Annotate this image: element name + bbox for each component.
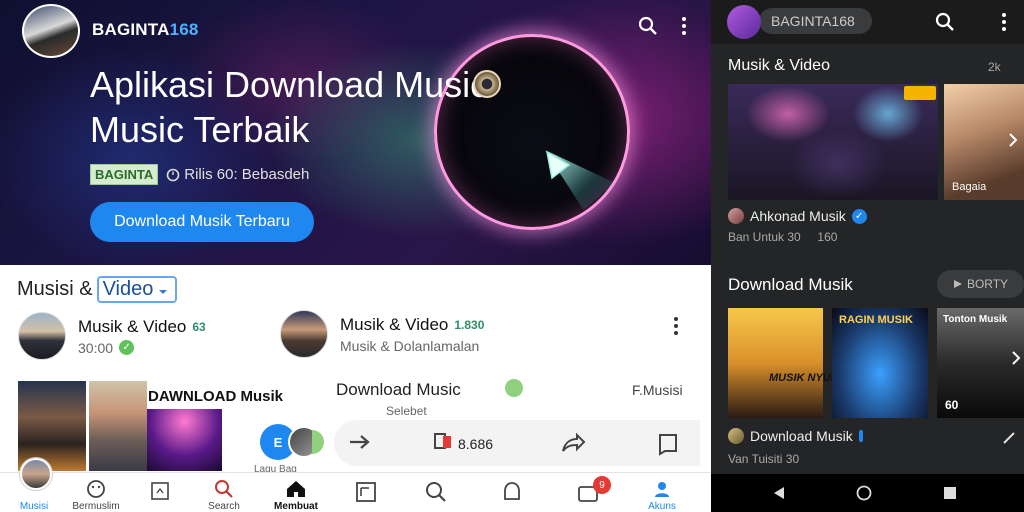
main-app-panel: BAGINTA168 Aplikasi Download Music Music…	[0, 0, 711, 512]
nav-item-search[interactable]: Search	[206, 473, 242, 512]
hero-meta: BAGINTA Rilis 60: Bebasdeh	[90, 164, 309, 185]
channel-name: Musik & Video	[340, 314, 449, 334]
search-icon[interactable]	[636, 14, 660, 38]
brand-tag: BAGINTA	[90, 164, 159, 185]
channel-name: Musik & Video	[78, 316, 187, 336]
thumbnail-badge	[904, 86, 936, 100]
category-dropdown[interactable]: Video	[96, 276, 178, 303]
count-badge: 1.830	[454, 317, 485, 332]
top-bar: BAGINTA168	[711, 0, 1024, 44]
channel-meta: 30:00	[78, 339, 114, 356]
save-icon[interactable]	[656, 432, 680, 456]
avatar	[280, 310, 328, 358]
recent-apps-icon[interactable]	[943, 486, 957, 500]
verified-icon	[858, 430, 863, 442]
chevron-right-icon[interactable]	[1005, 130, 1021, 150]
dislike-button[interactable]	[432, 432, 454, 454]
mini-player-avatars[interactable]: E	[260, 424, 326, 460]
nav-item-akun[interactable]: Akuns	[644, 473, 680, 512]
thumbnail-label: MUSIK NYUK	[769, 372, 839, 384]
video-title[interactable]: Download Music	[336, 380, 461, 400]
video-thumbnail[interactable]	[147, 409, 222, 471]
smiley-icon	[87, 480, 105, 498]
more-vert-icon[interactable]	[668, 314, 684, 338]
section-title: Musisi & Video	[17, 276, 178, 303]
bell-icon	[504, 482, 520, 500]
thumbnail-label: 60	[945, 398, 959, 412]
brand-name: BAGINTA168	[92, 20, 199, 39]
nav-item-library[interactable]	[146, 473, 174, 512]
video-meta: Selebet	[386, 404, 427, 418]
release-info: Rilis 60: Bebasdeh	[166, 166, 309, 183]
avatar	[728, 428, 744, 444]
section-title: Musik & Video	[728, 57, 830, 74]
search-icon	[426, 482, 446, 502]
profile-avatar[interactable]	[20, 458, 52, 490]
video-meta: Download Musik Van Tuisiti 30	[728, 428, 863, 466]
chevron-right-icon[interactable]	[1009, 348, 1023, 368]
avatar	[728, 208, 744, 224]
channel-row[interactable]: Musik & Video 1.830 Musik & Dolanlamalan	[280, 310, 484, 358]
search-icon	[215, 480, 233, 498]
section-count: 2k	[988, 60, 1001, 74]
library-icon	[151, 482, 169, 500]
section-action-button[interactable]: BORTY	[937, 270, 1024, 298]
home-circle-icon[interactable]	[856, 485, 872, 501]
more-vert-icon[interactable]	[674, 14, 694, 38]
home-icon	[287, 481, 305, 497]
status-badge	[505, 379, 523, 397]
edit-icon[interactable]	[1001, 430, 1017, 446]
avatar	[18, 312, 66, 360]
nav-item-playlist[interactable]	[352, 473, 380, 512]
nav-item-bermuslim[interactable]: Bermuslim	[70, 473, 122, 512]
video-thumbnail[interactable]	[728, 308, 823, 418]
more-vert-icon[interactable]	[997, 10, 1011, 34]
hero-banner: BAGINTA168 Aplikasi Download Music Music…	[0, 0, 711, 265]
channel-row[interactable]: Musik & Video 63 30:00 ✓	[18, 312, 206, 360]
status-badge	[312, 430, 324, 454]
channel-avatar[interactable]	[22, 4, 80, 58]
back-icon[interactable]	[771, 485, 787, 501]
dislike-count: 8.686	[458, 436, 494, 452]
verified-icon: ✓	[851, 208, 867, 224]
verified-icon: ✓	[119, 340, 135, 355]
channel-meta: Musik & Dolanlamalan	[340, 337, 480, 354]
video-thumbnail[interactable]	[728, 84, 938, 200]
video-thumbnail[interactable]	[18, 381, 86, 471]
nav-item-notifications[interactable]	[498, 473, 526, 512]
share-icon[interactable]	[560, 432, 586, 454]
brand-pill[interactable]: BAGINTA168	[759, 8, 872, 34]
nav-item-explore[interactable]	[422, 473, 450, 512]
thumbnail-label: RAGIN MUSIK	[839, 314, 913, 326]
action-bar	[334, 420, 700, 466]
download-button[interactable]: Download Musik Terbaru	[90, 202, 314, 242]
search-icon[interactable]	[933, 10, 957, 34]
playlist-icon	[356, 482, 376, 502]
video-meta: Ahkonad Musik ✓ Ban Untuk 30 160	[728, 208, 867, 244]
hero-title: Aplikasi Download Music Music Terbaik	[90, 64, 489, 150]
section-title: Download Musik	[728, 275, 853, 294]
play-icon[interactable]	[544, 150, 572, 185]
thumbnail-title: DAWNLOAD Musik	[148, 388, 283, 405]
account-icon	[655, 482, 669, 497]
system-navigation-bar	[711, 474, 1024, 512]
secondary-app-panel: BAGINTA168 Musik & Video 2k Bagaia Ahkon…	[711, 0, 1024, 512]
nav-item-home[interactable]: Membuat	[270, 473, 322, 512]
app-logo[interactable]	[727, 5, 761, 39]
play-icon	[953, 280, 962, 288]
notification-badge: 9	[593, 476, 611, 494]
speaker-knob-icon	[473, 70, 501, 98]
thumbnail-label: Tonton Musik	[943, 314, 1008, 325]
count-badge: 63	[192, 319, 206, 334]
video-thumbnail[interactable]	[89, 381, 147, 471]
clock-icon	[166, 168, 180, 181]
forward-icon[interactable]	[348, 432, 372, 452]
channel-link[interactable]: F.Musisi	[632, 382, 683, 398]
thumbnail-label: Bagaia	[952, 181, 987, 193]
